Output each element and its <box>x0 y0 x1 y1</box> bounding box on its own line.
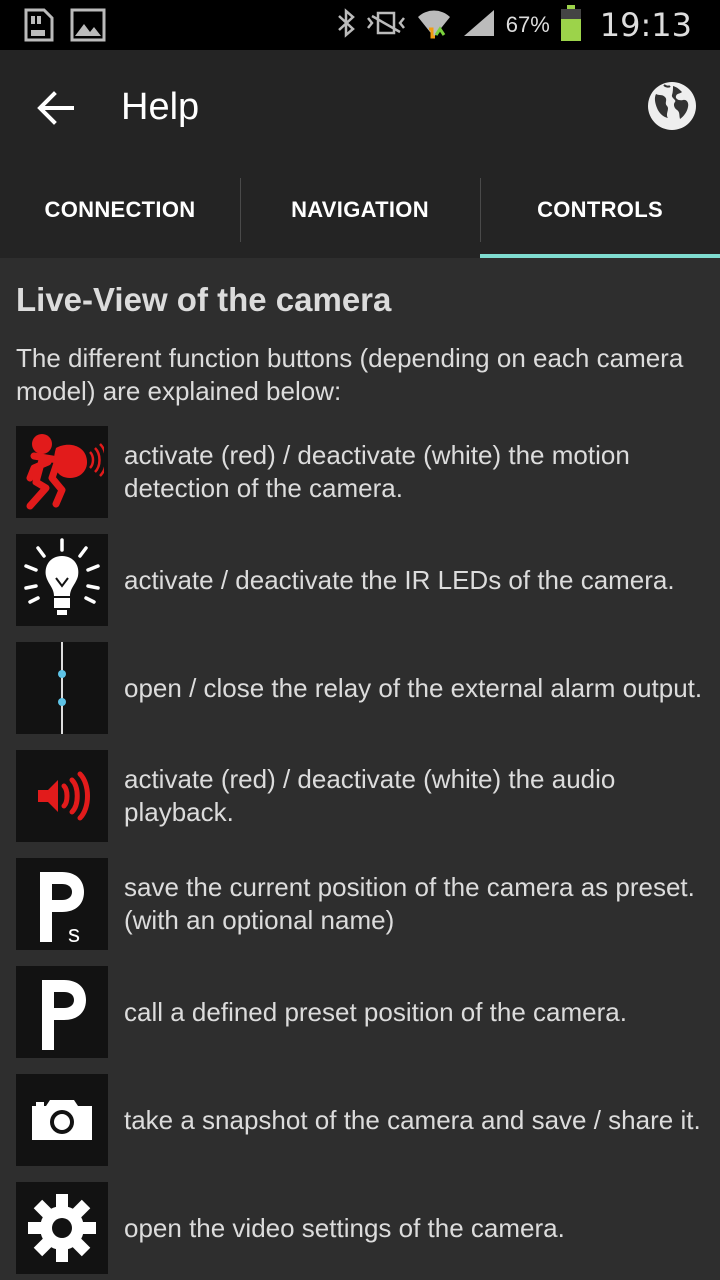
help-content: Live-View of the camera The different fu… <box>16 278 706 408</box>
arrow-left-icon <box>37 91 74 125</box>
item-text: activate (red) / deactivate (white) the … <box>124 764 616 827</box>
call-preset-icon <box>16 966 108 1058</box>
svg-text:s: s <box>68 921 80 946</box>
list-item: s save the current position of the camer… <box>16 858 706 950</box>
wifi-icon <box>416 5 452 46</box>
save-preset-icon: s <box>16 858 108 950</box>
item-text: activate / deactivate the IR LEDs of the… <box>124 564 675 595</box>
image-icon <box>70 8 106 47</box>
clock: 19:13 <box>599 6 692 44</box>
relay-icon <box>16 642 108 734</box>
tab-bar: CONNECTION NAVIGATION CONTROLS <box>0 162 720 258</box>
app-bar: Help <box>0 50 720 162</box>
vibrate-icon <box>366 8 406 43</box>
snapshot-icon <box>16 1074 108 1166</box>
item-text: open the video settings of the camera. <box>124 1212 565 1243</box>
battery-percent: 67% <box>505 12 550 37</box>
list-item: take a snapshot of the camera and save /… <box>16 1074 706 1166</box>
tab-controls[interactable]: CONTROLS <box>480 162 720 258</box>
item-text: call a defined preset position of the ca… <box>124 996 627 1027</box>
item-text: open / close the relay of the external a… <box>124 672 703 703</box>
audio-playback-icon <box>16 750 108 842</box>
sd-card-icon <box>22 8 54 47</box>
ir-led-icon <box>16 534 108 626</box>
list-item: activate (red) / deactivate (white) the … <box>16 426 706 518</box>
list-item: open / close the relay of the external a… <box>16 642 706 734</box>
section-title: Live-View of the camera <box>16 281 392 318</box>
item-text: save the current position of the camera … <box>124 872 695 935</box>
back-button[interactable] <box>34 86 78 130</box>
item-text: activate (red) / deactivate (white) the … <box>124 440 630 503</box>
item-text: take a snapshot of the camera and save /… <box>124 1104 701 1135</box>
tab-navigation[interactable]: NAVIGATION <box>240 162 480 258</box>
list-item: open the video settings of the camera. <box>16 1182 706 1274</box>
battery-icon <box>560 4 582 46</box>
page-title: Help <box>121 86 200 128</box>
video-settings-icon <box>16 1182 108 1274</box>
signal-icon <box>462 8 496 43</box>
status-bar: 67% 19:13 <box>0 0 720 50</box>
bluetooth-icon <box>336 7 356 43</box>
language-button[interactable] <box>646 80 698 132</box>
list-item: call a defined preset position of the ca… <box>16 966 706 1058</box>
motion-detection-icon <box>16 426 108 518</box>
tab-connection[interactable]: CONNECTION <box>0 162 240 258</box>
intro-text: The different function buttons (dependin… <box>16 343 684 406</box>
list-item: activate (red) / deactivate (white) the … <box>16 750 706 842</box>
globe-icon <box>648 82 696 130</box>
list-item: activate / deactivate the IR LEDs of the… <box>16 534 706 626</box>
